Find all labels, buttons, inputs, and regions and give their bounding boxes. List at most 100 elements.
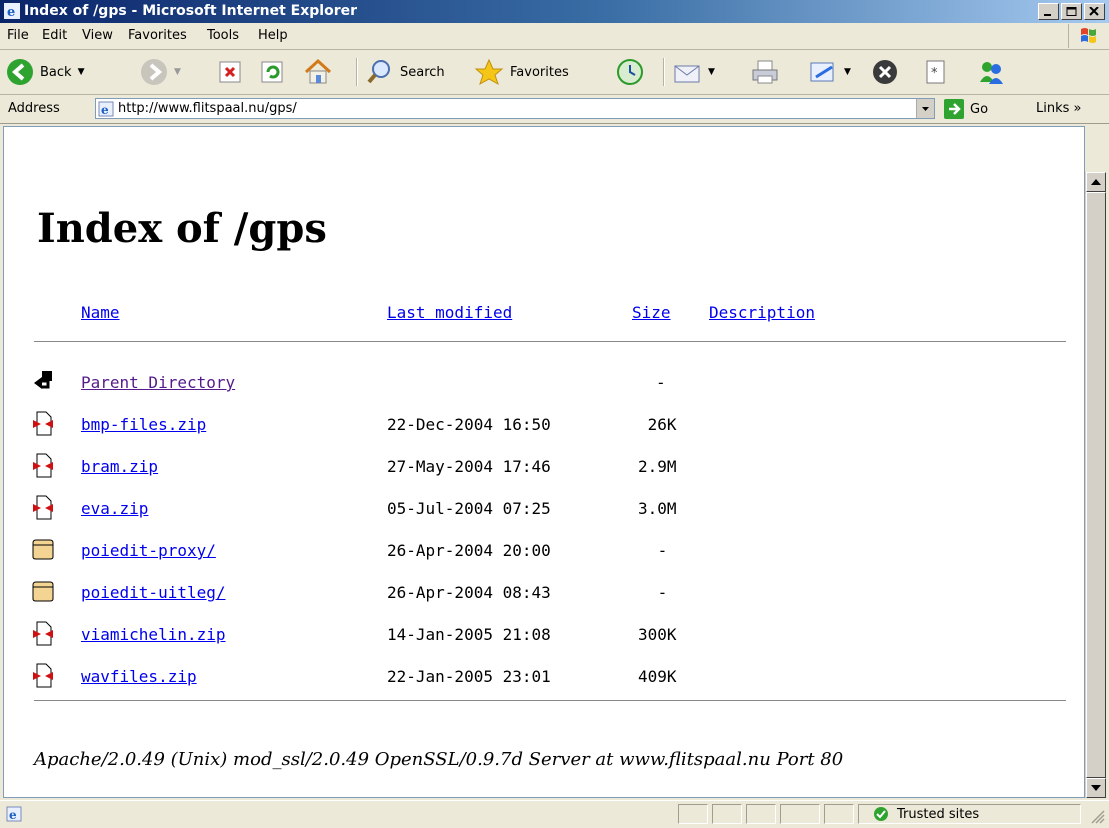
edit-button[interactable]: ▼ xyxy=(808,55,851,89)
discuss-icon xyxy=(873,60,897,84)
links-toolbar-button[interactable]: Links » xyxy=(1036,101,1081,116)
column-header-name[interactable]: Name xyxy=(81,303,120,322)
home-icon xyxy=(304,58,332,84)
zone-label: Trusted sites xyxy=(897,806,980,822)
title-bar[interactable]: e Index of /gps - Microsoft Internet Exp… xyxy=(0,0,1109,23)
server-signature: Apache/2.0.49 (Unix) mod_ssl/2.0.49 Open… xyxy=(34,749,844,770)
file-link[interactable]: viamichelin.zip xyxy=(81,625,226,644)
messenger-button[interactable] xyxy=(976,55,1006,89)
row-date: 26-Apr-2004 08:43 xyxy=(387,583,551,602)
edit-dropdown-icon[interactable]: ▼ xyxy=(844,67,851,77)
security-zone: Trusted sites xyxy=(858,804,1081,824)
row-date: 22-Jan-2005 23:01 xyxy=(387,667,551,686)
home-button[interactable] xyxy=(303,55,333,89)
research-icon: * xyxy=(926,60,945,84)
favorites-button[interactable]: Favorites xyxy=(474,55,569,89)
windows-logo-icon xyxy=(1068,24,1096,48)
menu-view[interactable]: View xyxy=(82,28,113,43)
page-viewport[interactable]: Index of /gps Name Last modified Size De… xyxy=(3,126,1085,798)
page-icon: e xyxy=(98,101,114,117)
go-button[interactable]: Go xyxy=(944,99,988,119)
folder-link[interactable]: poiedit-proxy/ xyxy=(81,541,216,560)
file-link[interactable]: bmp-files.zip xyxy=(81,415,206,434)
menu-file[interactable]: File xyxy=(7,28,29,43)
close-icon xyxy=(1089,7,1099,16)
row-size: - xyxy=(648,583,668,602)
address-bar: Address e http://www.flitspaal.nu/gps/ G… xyxy=(0,95,1109,124)
back-dropdown-icon[interactable]: ▼ xyxy=(78,67,85,77)
refresh-button[interactable] xyxy=(260,55,286,89)
edit-page-icon xyxy=(810,62,834,82)
favorites-star-icon xyxy=(474,58,504,86)
page-heading: Index of /gps xyxy=(37,205,327,252)
search-button[interactable]: Search xyxy=(366,55,445,89)
research-button[interactable]: * xyxy=(923,55,949,89)
row-size: - xyxy=(648,541,668,560)
scroll-up-button[interactable] xyxy=(1086,172,1106,192)
minimize-icon xyxy=(1044,14,1051,16)
mail-icon xyxy=(674,65,700,83)
chevron-down-icon xyxy=(922,107,929,111)
forward-button[interactable]: ▼ xyxy=(140,55,181,89)
mail-dropdown-icon[interactable]: ▼ xyxy=(708,67,715,77)
zip-file-icon xyxy=(33,411,53,436)
file-link[interactable]: wavfiles.zip xyxy=(81,667,197,686)
maximize-button[interactable] xyxy=(1061,3,1082,20)
maximize-icon xyxy=(1066,7,1077,16)
vertical-scrollbar[interactable] xyxy=(1085,172,1106,798)
print-icon xyxy=(752,60,778,84)
column-header-last-modified[interactable]: Last modified xyxy=(387,303,512,322)
row-size: 300K xyxy=(638,625,677,644)
window-title: Index of /gps - Microsoft Internet Explo… xyxy=(24,3,358,19)
address-input[interactable]: e http://www.flitspaal.nu/gps/ xyxy=(95,98,935,119)
menu-favorites[interactable]: Favorites xyxy=(128,28,187,43)
internet-explorer-icon: e xyxy=(4,3,20,19)
close-button[interactable] xyxy=(1084,3,1105,20)
row-size: 409K xyxy=(638,667,677,686)
status-pane xyxy=(678,804,708,824)
menu-help[interactable]: Help xyxy=(258,28,288,43)
column-header-description[interactable]: Description xyxy=(709,303,815,322)
row-size: 3.0M xyxy=(638,499,677,518)
address-dropdown-button[interactable] xyxy=(916,99,934,118)
row-date: 27-May-2004 17:46 xyxy=(387,457,551,476)
scrollbar-thumb[interactable] xyxy=(1086,192,1106,778)
status-pane xyxy=(712,804,742,824)
stop-button[interactable] xyxy=(218,55,244,89)
menu-tools[interactable]: Tools xyxy=(207,28,239,43)
row-size: 26K xyxy=(638,415,677,434)
messenger-icon xyxy=(980,62,1003,84)
folder-link[interactable]: poiedit-uitleg/ xyxy=(81,583,226,602)
scroll-down-button[interactable] xyxy=(1086,778,1106,798)
file-link[interactable]: bram.zip xyxy=(81,457,158,476)
status-pane xyxy=(780,804,820,824)
search-label: Search xyxy=(400,64,445,80)
svg-text:e: e xyxy=(9,808,17,822)
parent-directory-link[interactable]: Parent Directory xyxy=(81,373,235,392)
discuss-button[interactable] xyxy=(870,55,900,89)
folder-icon xyxy=(32,581,54,602)
status-bar: e Trusted sites xyxy=(0,800,1109,828)
zip-file-icon xyxy=(33,453,53,478)
resize-grip-icon[interactable] xyxy=(1089,808,1105,824)
favorites-label: Favorites xyxy=(510,64,569,80)
minimize-button[interactable] xyxy=(1038,3,1059,20)
print-button[interactable] xyxy=(750,55,780,89)
page-status-icon: e xyxy=(6,806,22,822)
mail-button[interactable]: ▼ xyxy=(672,55,715,89)
history-button[interactable] xyxy=(615,55,645,89)
back-button[interactable]: Back ▼ xyxy=(6,55,84,89)
forward-dropdown-icon[interactable]: ▼ xyxy=(174,67,181,77)
column-header-size[interactable]: Size xyxy=(632,303,671,322)
go-label: Go xyxy=(970,101,989,117)
history-icon xyxy=(617,59,643,85)
stop-icon xyxy=(219,61,241,83)
menu-edit[interactable]: Edit xyxy=(42,28,67,43)
row-date: 05-Jul-2004 07:25 xyxy=(387,499,551,518)
row-date: 26-Apr-2004 20:00 xyxy=(387,541,551,560)
file-link[interactable]: eva.zip xyxy=(81,499,148,518)
back-arrow-icon xyxy=(7,59,33,85)
zip-file-icon xyxy=(33,621,53,646)
parent-directory-icon xyxy=(34,371,52,389)
arrow-up-icon xyxy=(1091,179,1101,185)
